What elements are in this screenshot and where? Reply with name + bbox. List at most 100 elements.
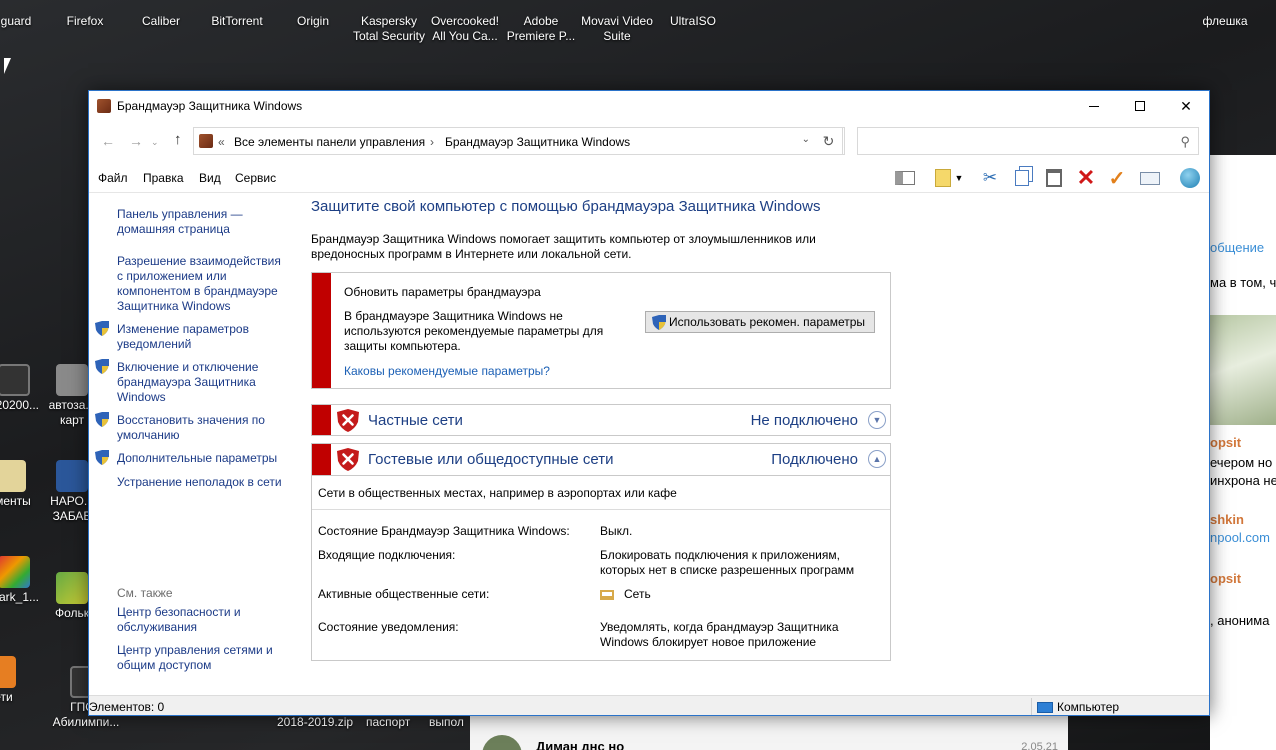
allow-app-link[interactable]: Разрешение взаимодействия с приложением … <box>117 254 287 314</box>
troubleshoot-link[interactable]: Устранение неполадок в сети <box>117 475 287 490</box>
desktop-icon-documents[interactable]: ументы <box>0 460 48 509</box>
desktop-icon-overcooked[interactable]: Overcooked! All You Ca... <box>425 14 505 44</box>
refresh-button[interactable]: ↻ <box>815 127 843 155</box>
collapse-chevron-icon[interactable]: ▲ <box>868 450 886 468</box>
menu-service[interactable]: Сервис <box>235 171 276 185</box>
network-description: Сети в общественных местах, например в а… <box>318 486 677 500</box>
desktop-icon-flash-drive[interactable]: флешка <box>1185 14 1265 29</box>
title-bar[interactable]: Брандмауэр Защитника Windows ✕ <box>89 91 1209 121</box>
security-center-link[interactable]: Центр безопасности и обслуживания <box>117 605 287 635</box>
close-button[interactable]: ✕ <box>1163 91 1209 121</box>
uac-shield-icon <box>95 450 109 465</box>
public-networks-header[interactable]: Гостевые или общедоступные сети Подключе… <box>311 443 891 476</box>
desktop-icon-archive[interactable]: Mark_1... <box>0 556 48 605</box>
desktop-icon-premiere[interactable]: Adobe Premiere P... <box>501 14 581 44</box>
notes-icon[interactable]: ▼ <box>931 167 967 189</box>
use-recommended-settings-button[interactable]: Использовать рекомен. параметры <box>645 311 875 333</box>
recommended-settings-link[interactable]: Каковы рекомендуемые параметры? <box>344 364 550 378</box>
menu-bar: Файл Правка Вид Сервис ▼ ✂ ✕ ✓ <box>89 163 1209 193</box>
desktop-label[interactable]: выпол <box>429 715 464 729</box>
page-intro: Брандмауэр Защитника Windows помогает за… <box>311 232 816 261</box>
desktop-icon-firefox[interactable]: Firefox <box>45 14 125 29</box>
detail-value-network: Сеть <box>600 587 875 602</box>
chat-fragment: opsit <box>1210 571 1242 586</box>
red-shield-x-icon <box>337 409 359 432</box>
left-navigation-pane: Панель управления — домашняя страница Ра… <box>89 194 301 694</box>
firewall-icon <box>199 134 213 148</box>
page-title: Защитите свой компьютер с помощью брандм… <box>311 198 821 215</box>
network-name: Гостевые или общедоступные сети <box>368 451 614 468</box>
minimize-icon <box>1089 105 1099 107</box>
control-panel-home-link[interactable]: Панель управления — домашняя страница <box>117 207 287 237</box>
desktop-icon-origin[interactable]: Origin <box>273 14 353 29</box>
chat-fragment: opsit <box>1210 435 1242 450</box>
maximize-button[interactable] <box>1117 91 1163 121</box>
archive-icon <box>0 556 30 588</box>
back-arrow-icon[interactable]: ← <box>101 133 115 149</box>
minimize-button[interactable] <box>1071 91 1117 121</box>
desktop-icon-video[interactable]: _20200... <box>0 364 48 413</box>
desktop-icon-ultraiso[interactable]: UltraISO <box>653 14 733 29</box>
menu-edit[interactable]: Правка <box>143 171 184 185</box>
check-icon[interactable]: ✓ <box>1105 167 1129 190</box>
status-bar: Элементов: 0 Компьютер <box>89 695 1209 715</box>
menu-view[interactable]: Вид <box>199 171 221 185</box>
public-network-details: Сети в общественных местах, например в а… <box>311 475 891 661</box>
uac-shield-icon <box>652 314 666 330</box>
restore-defaults-link[interactable]: Восстановить значения по умолчанию <box>117 413 287 443</box>
zone-indicator: Компьютер <box>1037 700 1119 714</box>
copy-icon[interactable] <box>1010 167 1034 189</box>
mail-icon[interactable] <box>1138 167 1162 189</box>
paste-icon[interactable] <box>1042 167 1066 189</box>
forward-arrow-icon[interactable]: → <box>129 133 143 149</box>
image-icon <box>56 572 88 604</box>
delete-icon[interactable]: ✕ <box>1074 165 1098 190</box>
toggle-firewall-link[interactable]: Включение и отключение брандмауэра Защит… <box>117 360 287 405</box>
divider <box>1031 698 1032 715</box>
desktop-label[interactable]: 2018-2019.zip <box>277 715 353 729</box>
chat-photo <box>1210 315 1276 425</box>
background-chat-list-item[interactable]: Диман днс но 2.05.21 <box>470 715 1068 750</box>
chat-fragment: , анонима <box>1210 613 1270 628</box>
cut-icon[interactable]: ✂ <box>978 167 1002 189</box>
warning-title: Обновить параметры брандмауэра <box>344 285 541 299</box>
menu-file[interactable]: Файл <box>98 171 128 185</box>
detail-key: Активные общественные сети: <box>318 587 490 601</box>
desktop-label[interactable]: паспорт <box>366 715 410 729</box>
desktop-icon-movavi[interactable]: Movavi Video Suite <box>577 14 657 44</box>
layout-icon[interactable] <box>893 167 917 189</box>
breadcrumb-separator[interactable]: › <box>430 135 434 149</box>
background-chat-app: общение ма в том, чт opsit ечером но инх… <box>1210 155 1276 750</box>
up-arrow-icon[interactable]: ↑ <box>174 131 182 148</box>
uac-shield-icon <box>95 359 109 374</box>
mouse-cursor <box>4 58 11 74</box>
breadcrumb-control-panel[interactable]: Все элементы панели управления <box>234 135 425 149</box>
detail-key: Состояние уведомления: <box>318 620 459 634</box>
network-center-link[interactable]: Центр управления сетями и общим доступом <box>117 643 287 673</box>
advanced-settings-link[interactable]: Дополнительные параметры <box>117 451 287 466</box>
avatar <box>482 735 522 750</box>
address-bar[interactable]: « Все элементы панели управления › Бранд… <box>193 127 845 155</box>
image-icon <box>0 656 16 688</box>
desktop-icon-bittorrent[interactable]: BitTorrent <box>197 14 277 29</box>
desktop-icon-kaspersky[interactable]: Kaspersky Total Security <box>349 14 429 44</box>
maximize-icon <box>1135 101 1145 111</box>
expand-chevron-icon[interactable]: ▼ <box>868 411 886 429</box>
red-shield-x-icon <box>337 448 359 471</box>
status-color-bar <box>312 444 331 475</box>
uac-shield-icon <box>95 412 109 427</box>
recent-locations-chevron-icon[interactable]: ⌄ <box>151 137 159 148</box>
globe-icon[interactable] <box>1178 167 1202 189</box>
chevron-down-icon[interactable]: ⌄ <box>802 134 810 145</box>
network-bench-icon <box>600 589 614 600</box>
status-color-bar <box>312 405 331 435</box>
private-networks-header[interactable]: Частные сети Не подключено ▼ <box>311 404 891 436</box>
word-doc-icon <box>56 460 88 492</box>
desktop-icon-kids[interactable]: дети <box>0 656 28 705</box>
change-notifications-link[interactable]: Изменение параметров уведомлений <box>117 322 287 352</box>
desktop-icon-caliber[interactable]: Caliber <box>121 14 201 29</box>
search-input[interactable]: ⚲ <box>857 127 1199 155</box>
breadcrumb-overflow[interactable]: « <box>218 135 225 149</box>
chat-fragment: shkin <box>1210 512 1244 527</box>
breadcrumb-firewall[interactable]: Брандмауэр Защитника Windows <box>445 135 630 149</box>
